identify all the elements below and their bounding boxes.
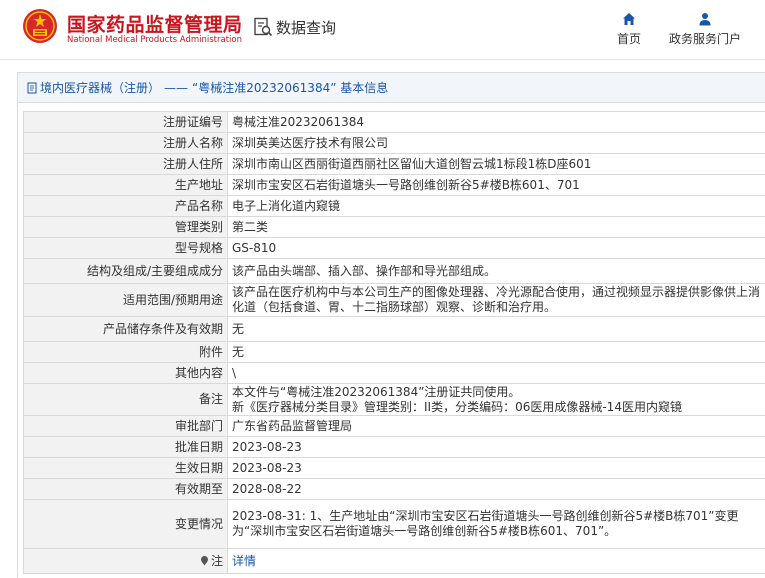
header-divider bbox=[0, 59, 765, 60]
pin-icon bbox=[199, 555, 210, 566]
table-row: 生效日期2023-08-23 bbox=[24, 458, 765, 479]
nav-home-label: 首页 bbox=[611, 30, 647, 47]
table-row: 生产地址深圳市宝安区石岩街道塘头一号路创维创新谷5#楼B栋601、701 bbox=[24, 175, 765, 196]
field-key: 产品储存条件及有效期 bbox=[24, 317, 228, 342]
field-value: 深圳英美达医疗技术有限公司 bbox=[228, 133, 765, 154]
field-key: 注册人名称 bbox=[24, 133, 228, 154]
field-key: 批准日期 bbox=[24, 437, 228, 458]
field-value: 本文件与“粤械注准20232061384”注册证共同使用。 新《医疗器械分类目录… bbox=[228, 384, 765, 416]
field-value: 该产品由头端部、插入部、操作部和导光部组成。 bbox=[228, 259, 765, 284]
field-key: 结构及组成/主要组成成分 bbox=[24, 259, 228, 284]
nav-gov-service[interactable]: 政务服务门户 bbox=[663, 12, 747, 47]
table-row: 有效期至2028-08-22 bbox=[24, 479, 765, 500]
table-row: 附件无 bbox=[24, 342, 765, 363]
table-row: 备注本文件与“粤械注准20232061384”注册证共同使用。 新《医疗器械分类… bbox=[24, 384, 765, 416]
data-query-icon bbox=[253, 17, 273, 37]
field-value: 2023-08-23 bbox=[228, 458, 765, 479]
field-value: 2023-08-23 bbox=[228, 437, 765, 458]
field-key: 备注 bbox=[24, 384, 228, 416]
document-icon bbox=[26, 82, 38, 94]
table-row: 审批部门广东省药品监督管理局 bbox=[24, 416, 765, 437]
breadcrumb: 境内医疗器械（注册） —— “粤械注准20232061384” 基本信息 bbox=[18, 73, 765, 103]
table-row: 注册人住所深圳市南山区西丽街道西丽社区留仙大道创智云城1标段1栋D座601 bbox=[24, 154, 765, 175]
table-row: 注册人名称深圳英美达医疗技术有限公司 bbox=[24, 133, 765, 154]
table-row: 结构及组成/主要组成成分该产品由头端部、插入部、操作部和导光部组成。 bbox=[24, 259, 765, 284]
table-row: 注册证编号粤械注准20232061384 bbox=[24, 112, 765, 133]
org-name-cn: 国家药品监督管理局 bbox=[67, 10, 243, 37]
field-key: 生产地址 bbox=[24, 175, 228, 196]
field-value: 深圳市南山区西丽街道西丽社区留仙大道创智云城1标段1栋D座601 bbox=[228, 154, 765, 175]
breadcrumb-category[interactable]: 境内医疗器械（注册） bbox=[40, 79, 160, 96]
field-key: 其他内容 bbox=[24, 363, 228, 384]
field-key: 有效期至 bbox=[24, 479, 228, 500]
field-value: 该产品在医疗机构中与本公司生产的图像处理器、冷光源配合使用，通过视频显示器提供影… bbox=[228, 284, 765, 317]
field-value: 2028-08-22 bbox=[228, 479, 765, 500]
field-value: 无 bbox=[228, 317, 765, 342]
field-value: 深圳市宝安区石岩街道塘头一号路创维创新谷5#楼B栋601、701 bbox=[228, 175, 765, 196]
field-value: 粤械注准20232061384 bbox=[228, 112, 765, 133]
table-row: 型号规格GS-810 bbox=[24, 238, 765, 259]
field-key: 注册证编号 bbox=[24, 112, 228, 133]
field-key: 适用范围/预期用途 bbox=[24, 284, 228, 317]
home-icon bbox=[622, 12, 636, 26]
field-key: 型号规格 bbox=[24, 238, 228, 259]
table-row: 管理类别第二类 bbox=[24, 217, 765, 238]
table-row: 批准日期2023-08-23 bbox=[24, 437, 765, 458]
user-icon bbox=[698, 12, 712, 26]
note-key: 注 bbox=[24, 549, 228, 574]
breadcrumb-separator: —— bbox=[164, 81, 188, 95]
nav-gov-label: 政务服务门户 bbox=[663, 30, 747, 47]
field-value: 广东省药品监督管理局 bbox=[228, 416, 765, 437]
page-title: “粤械注准20232061384” 基本信息 bbox=[192, 79, 388, 96]
nav-home[interactable]: 首页 bbox=[611, 12, 647, 47]
table-row: 变更情况2023-08-31: 1、生产地址由“深圳市宝安区石岩街道塘头一号路创… bbox=[24, 500, 765, 549]
field-key: 产品名称 bbox=[24, 196, 228, 217]
field-value: 2023-08-31: 1、生产地址由“深圳市宝安区石岩街道塘头一号路创维创新谷… bbox=[228, 500, 765, 549]
note-label: 注 bbox=[211, 554, 223, 568]
national-emblem-icon bbox=[22, 8, 58, 44]
field-key: 管理类别 bbox=[24, 217, 228, 238]
org-name-en: National Medical Products Administration bbox=[67, 35, 242, 45]
field-key: 附件 bbox=[24, 342, 228, 363]
field-key: 变更情况 bbox=[24, 500, 228, 549]
detail-link[interactable]: 详情 bbox=[232, 554, 256, 568]
field-value: 无 bbox=[228, 342, 765, 363]
note-value: 详情 bbox=[228, 549, 765, 574]
field-key: 注册人住所 bbox=[24, 154, 228, 175]
field-value: 电子上消化道内窥镜 bbox=[228, 196, 765, 217]
field-key: 生效日期 bbox=[24, 458, 228, 479]
table-row: 注 详情 bbox=[24, 549, 765, 574]
data-query-label: 数据查询 bbox=[276, 17, 336, 38]
table-row: 其他内容\ bbox=[24, 363, 765, 384]
field-value: GS-810 bbox=[228, 238, 765, 259]
table-row: 适用范围/预期用途该产品在医疗机构中与本公司生产的图像处理器、冷光源配合使用，通… bbox=[24, 284, 765, 317]
table-row: 产品储存条件及有效期无 bbox=[24, 317, 765, 342]
data-query-link[interactable]: 数据查询 bbox=[253, 16, 336, 38]
field-value: \ bbox=[228, 363, 765, 384]
table-row: 产品名称电子上消化道内窥镜 bbox=[24, 196, 765, 217]
detail-panel: 境内医疗器械（注册） —— “粤械注准20232061384” 基本信息 注册证… bbox=[17, 72, 765, 578]
field-key: 审批部门 bbox=[24, 416, 228, 437]
field-value: 第二类 bbox=[228, 217, 765, 238]
site-header: 国家药品监督管理局 National Medical Products Admi… bbox=[0, 0, 765, 56]
info-table: 注册证编号粤械注准20232061384 注册人名称深圳英美达医疗技术有限公司 … bbox=[23, 111, 765, 574]
